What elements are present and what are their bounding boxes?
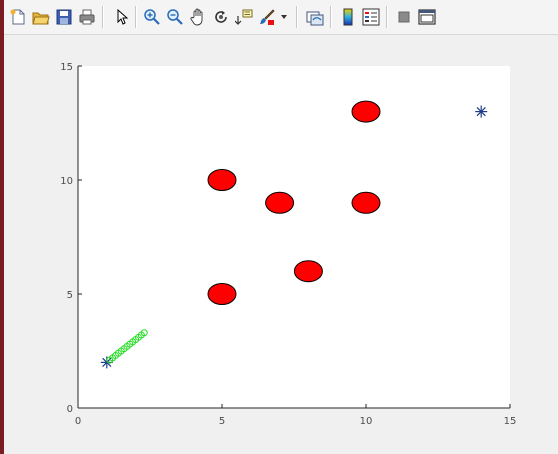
scatter-plot[interactable]: 0 5 10 15 0 5 10 15	[4, 35, 558, 454]
x-tick-label: 0	[75, 416, 81, 427]
figure-canvas[interactable]: 0 5 10 15 0 5 10 15	[4, 35, 558, 454]
hide-plot-tools-icon[interactable]	[394, 7, 414, 27]
figure-window: 0 5 10 15 0 5 10 15	[0, 0, 558, 454]
plot-area[interactable]	[78, 66, 510, 408]
data-point-red-ellipse[interactable]	[351, 191, 381, 214]
x-tick-label: 5	[219, 416, 225, 427]
toolbar-separator	[330, 6, 332, 28]
y-tick-label: 10	[60, 176, 73, 187]
y-tick-label: 15	[60, 62, 73, 73]
zoom-in-icon[interactable]	[142, 7, 162, 27]
brush-icon[interactable]	[257, 7, 277, 27]
open-file-icon[interactable]	[31, 7, 51, 27]
pan-icon[interactable]	[188, 7, 208, 27]
data-point-red-ellipse[interactable]	[207, 283, 237, 305]
edit-plot-icon[interactable]	[111, 7, 131, 27]
insert-legend-icon[interactable]	[361, 7, 381, 27]
x-tick-label: 15	[504, 416, 517, 427]
print-figure-icon[interactable]	[77, 7, 97, 27]
zoom-out-icon[interactable]	[165, 7, 185, 27]
x-tick-label: 10	[360, 416, 373, 427]
figure-toolbar	[4, 0, 558, 35]
rotate-3d-icon[interactable]	[211, 7, 231, 27]
toolbar-separator	[386, 6, 388, 28]
y-tick-label: 0	[67, 404, 73, 415]
data-point-red-ellipse[interactable]	[207, 169, 237, 191]
show-plot-tools-icon[interactable]	[417, 7, 437, 27]
data-cursor-icon[interactable]	[234, 7, 254, 27]
data-point-red-ellipse[interactable]	[351, 100, 381, 123]
toolbar-separator	[102, 6, 104, 28]
insert-colorbar-icon[interactable]	[338, 7, 358, 27]
toolbar-separator	[296, 6, 298, 28]
new-figure-icon[interactable]	[8, 7, 28, 27]
data-point-red-ellipse[interactable]	[265, 191, 295, 214]
brush-dropdown-icon[interactable]	[279, 7, 289, 27]
data-point-red-ellipse[interactable]	[293, 260, 323, 283]
link-plot-icon[interactable]	[305, 7, 325, 27]
y-tick-label: 5	[67, 290, 73, 301]
save-figure-icon[interactable]	[54, 7, 74, 27]
toolbar-separator	[135, 6, 137, 28]
